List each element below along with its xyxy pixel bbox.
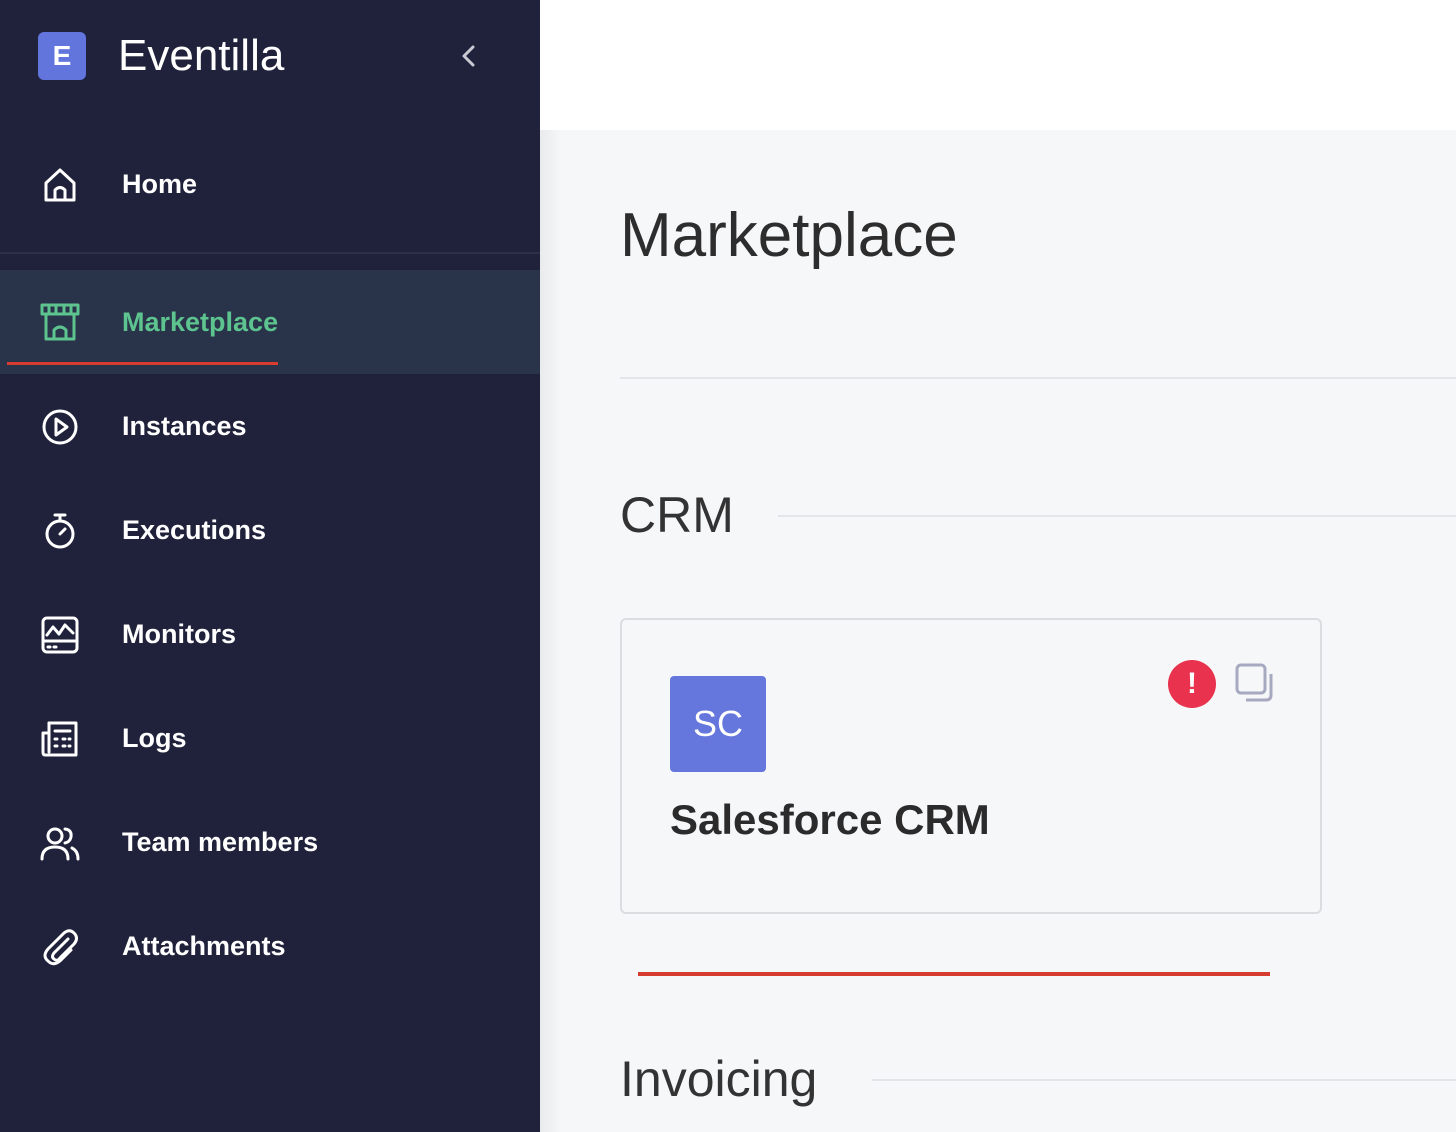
main-content: Marketplace CRM SC Salesforce CRM ! Invo… [540, 130, 1456, 1132]
sidebar-shadow [540, 130, 562, 1132]
brand-logo: E [38, 32, 86, 80]
page-title: Marketplace [620, 201, 958, 270]
stopwatch-icon [38, 509, 82, 553]
home-icon [38, 163, 82, 207]
sidebar-item-label: Executions [122, 515, 267, 545]
alert-icon[interactable]: ! [1168, 660, 1216, 708]
copy-icon[interactable] [1234, 662, 1278, 706]
sidebar-item-attachments[interactable]: Attachments [0, 894, 540, 998]
store-icon [38, 299, 82, 343]
section-divider [872, 1079, 1456, 1081]
sidebar-item-label: Home [122, 169, 198, 199]
sidebar-item-label: Marketplace [122, 307, 279, 337]
sidebar-item-team-members[interactable]: Team members [0, 790, 540, 894]
play-circle-icon [38, 405, 82, 449]
sidebar-item-logs[interactable]: Logs [0, 686, 540, 790]
sidebar-item-label: Monitors [122, 619, 236, 649]
top-bar [540, 0, 1456, 130]
section-title-crm: CRM [620, 487, 734, 543]
card-underline [638, 972, 1270, 976]
brand: E Eventilla [38, 32, 498, 80]
integration-card[interactable]: SC Salesforce CRM ! [620, 618, 1322, 914]
active-item-underline [7, 362, 278, 365]
card-title: Salesforce CRM [670, 796, 990, 843]
sidebar-item-marketplace[interactable]: Marketplace [0, 270, 540, 374]
sidebar: E Eventilla Home Marketplace Instances E… [0, 0, 540, 1132]
card-avatar: SC [670, 676, 766, 772]
brand-name: Eventilla [118, 31, 285, 80]
sidebar-item-home[interactable]: Home [0, 132, 540, 236]
sidebar-divider [0, 252, 540, 254]
sidebar-item-label: Team members [122, 827, 319, 857]
sidebar-item-label: Logs [122, 723, 187, 753]
monitor-chart-icon [38, 613, 82, 657]
chevron-left-icon [462, 45, 475, 67]
sidebar-item-instances[interactable]: Instances [0, 374, 540, 478]
paperclip-icon [38, 925, 82, 969]
sidebar-item-label: Instances [122, 411, 247, 441]
collapse-sidebar-button[interactable] [452, 38, 488, 74]
sidebar-item-monitors[interactable]: Monitors [0, 582, 540, 686]
section-title-invoicing: Invoicing [620, 1051, 818, 1107]
sidebar-item-executions[interactable]: Executions [0, 478, 540, 582]
section-divider [778, 515, 1456, 517]
sidebar-item-label: Attachments [122, 931, 286, 961]
logs-icon [38, 717, 82, 761]
title-divider [620, 377, 1456, 379]
users-icon [38, 821, 82, 865]
